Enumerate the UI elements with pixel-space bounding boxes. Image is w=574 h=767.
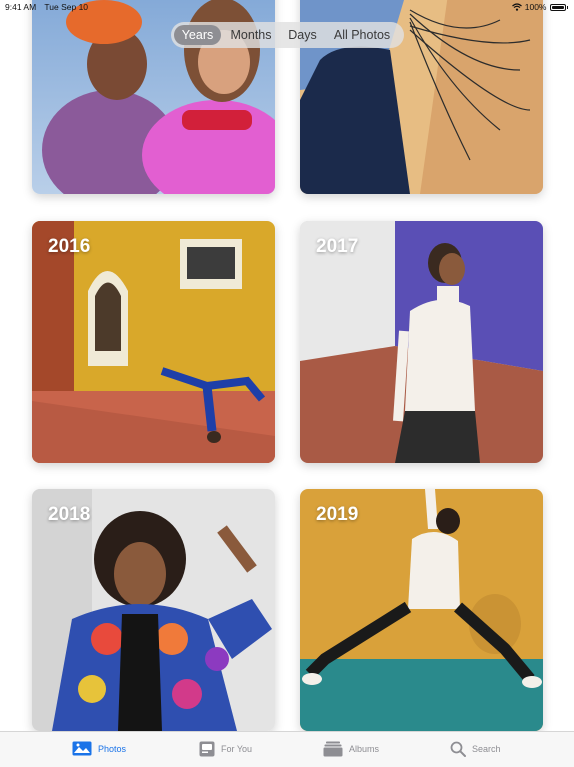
tab-label: Search: [472, 744, 501, 754]
tab-search[interactable]: Search: [450, 741, 501, 757]
tab-albums[interactable]: Albums: [323, 741, 379, 757]
status-date: Tue Sep 10: [44, 2, 89, 12]
wifi-icon: [511, 3, 522, 11]
year-card-2019[interactable]: 2019: [300, 489, 543, 731]
year-label: 2019: [316, 504, 359, 525]
photos-icon: [72, 741, 92, 756]
tab-label: For You: [221, 744, 253, 754]
year-card-2017[interactable]: 2017: [300, 221, 543, 463]
tab-for-you[interactable]: For You: [199, 741, 252, 757]
view-segmented-control: Years Months Days All Photos: [171, 22, 404, 48]
year-card-2018[interactable]: 2018: [32, 489, 275, 731]
year-label: 2018: [48, 504, 91, 525]
year-label: 2017: [316, 236, 359, 257]
tab-photos[interactable]: Photos: [72, 741, 126, 756]
year-card-2016[interactable]: 2016: [32, 221, 275, 463]
segment-years[interactable]: Years: [174, 25, 221, 45]
year-label: 2016: [48, 236, 91, 257]
for-you-icon: [199, 741, 215, 757]
status-bar: 9:41 AM Tue Sep 10 100%: [0, 0, 574, 14]
battery-icon: [549, 3, 566, 11]
segment-months[interactable]: Months: [221, 25, 281, 45]
segment-all-photos[interactable]: All Photos: [324, 25, 400, 45]
search-icon: [450, 741, 466, 757]
status-time: 9:41 AM: [5, 2, 37, 12]
segment-days[interactable]: Days: [281, 25, 324, 45]
tab-label: Albums: [349, 744, 380, 754]
tab-label: Photos: [98, 743, 127, 754]
battery-percent: 100%: [524, 2, 547, 12]
tab-bar: Photos For You Albums Search: [0, 731, 574, 767]
albums-icon: [323, 741, 343, 757]
